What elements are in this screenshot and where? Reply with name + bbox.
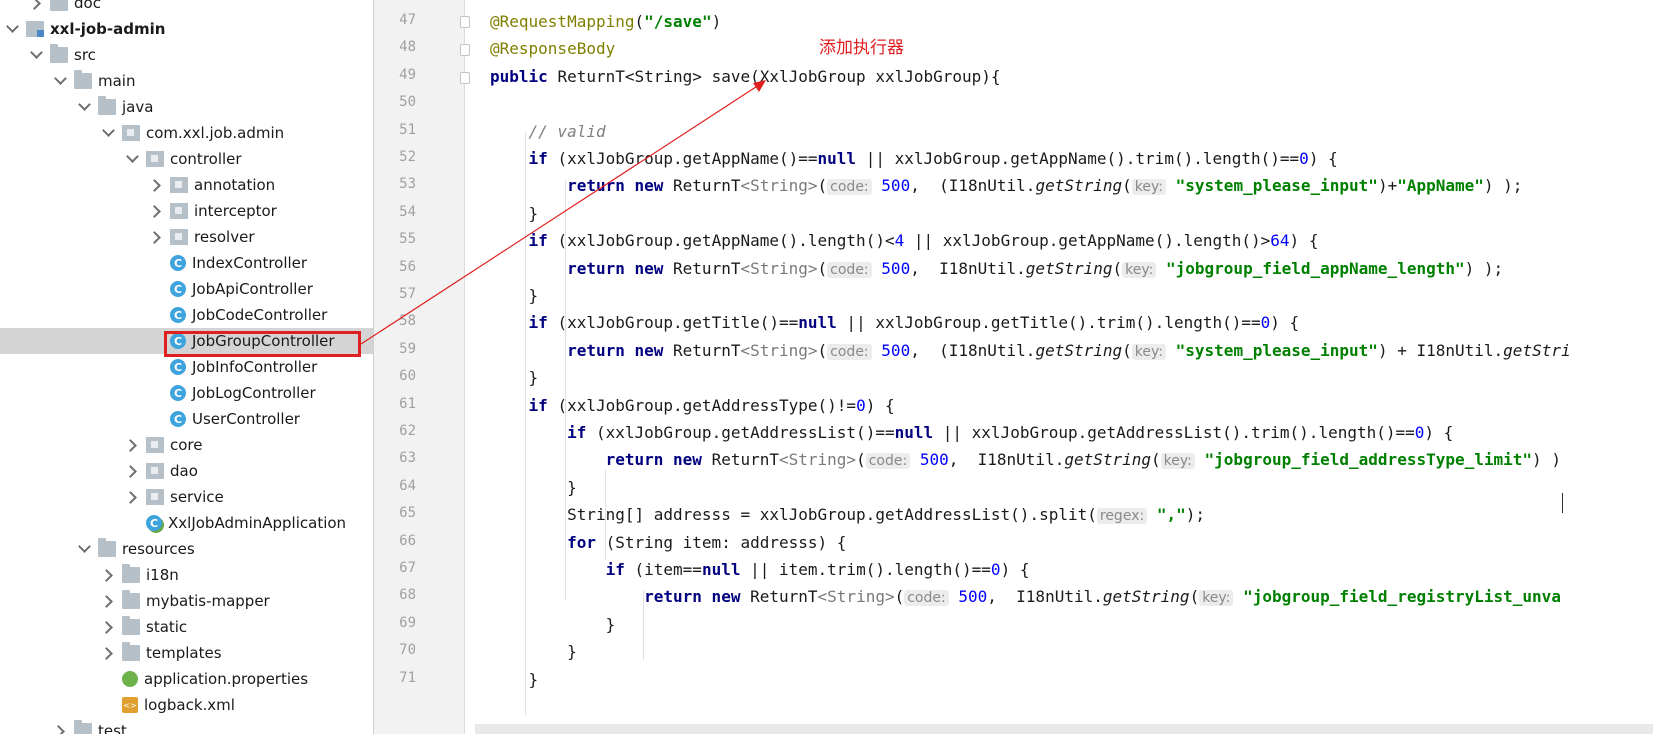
fold-marker-icon[interactable] [460,72,470,84]
annotation-arrow-icon [360,80,766,345]
fold-marker-icon[interactable] [460,44,470,56]
fold-marker-icon[interactable] [460,16,470,28]
